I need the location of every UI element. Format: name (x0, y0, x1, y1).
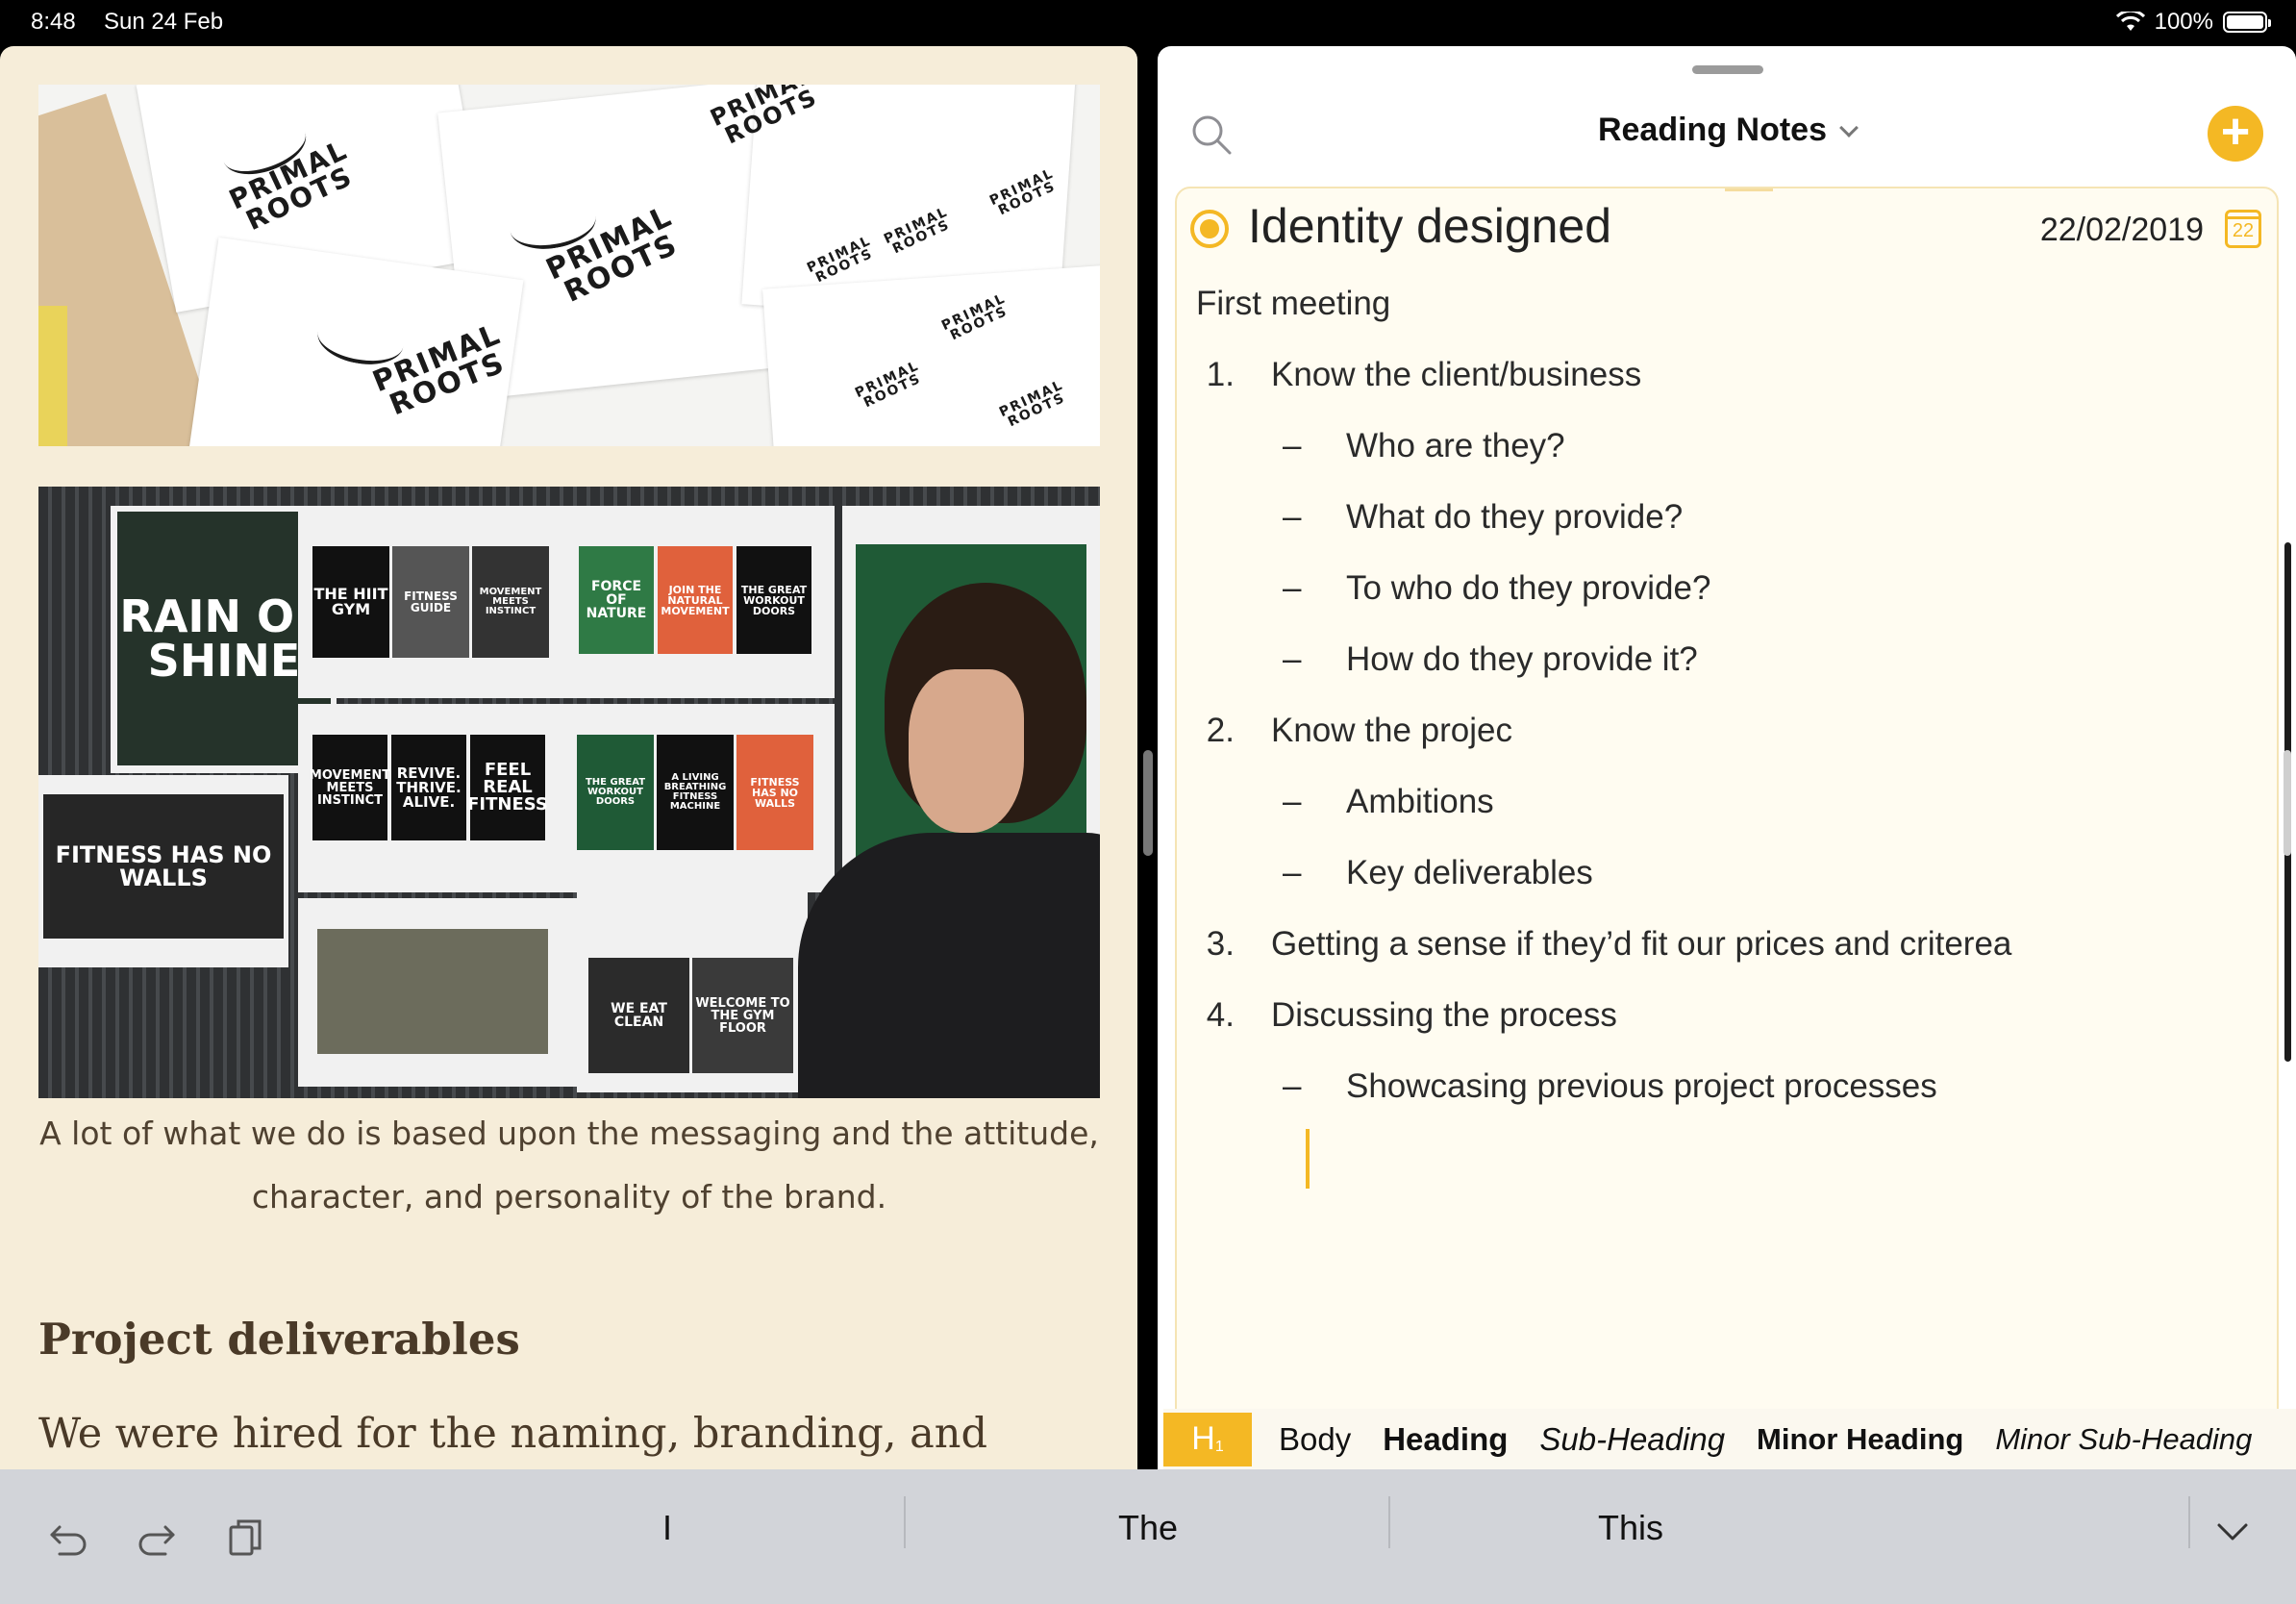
list-number: 1. (1206, 356, 1235, 393)
list-number: 3. (1206, 925, 1235, 963)
calendar-day: 22 (2232, 220, 2255, 241)
poster: FORCE OF NATURE (579, 546, 654, 654)
note-line-text: Discussing the process (1271, 996, 1617, 1034)
list-dash: – (1283, 640, 1302, 678)
poster: MOVEMENT MEETS INSTINCT (472, 546, 549, 658)
poster: THE GREAT WORKOUT DOORS (577, 735, 654, 850)
slide-over-edge-handle[interactable] (2284, 750, 2291, 856)
note-title[interactable]: Identity designed (1248, 198, 1611, 254)
calendar-icon[interactable]: 22 (2225, 210, 2261, 248)
poster: MOVEMENT MEETS INSTINCT (310, 735, 390, 840)
list-dash: – (1283, 854, 1302, 891)
poster: FITNESS HAS NO WALLS (43, 794, 284, 939)
style-minor-subheading-button[interactable]: Minor Sub-Heading (1995, 1422, 2252, 1457)
text-style-bar: H1 Body Heading Sub-Heading Minor Headin… (1163, 1409, 2296, 1469)
note-line-text: To who do they provide? (1346, 569, 1711, 607)
list-dash: – (1283, 1067, 1302, 1105)
poster-wall-photo: RAIN OR SHINE THE HIIT GYM FITNESS GUIDE… (38, 487, 1100, 1098)
poster: THE GREAT WORKOUT DOORS (736, 546, 811, 654)
article-pane[interactable]: PRIMAL ROOTS PRIMAL ROOTS PRIMAL ROOTS P… (0, 46, 1137, 1469)
poster: FITNESS HAS NO WALLS (736, 735, 813, 850)
add-note-button[interactable]: + (2208, 106, 2263, 162)
poster: A LIVING BREATHING FITNESS MACHINE (657, 735, 734, 850)
note-line-text: Showcasing previous project processes (1346, 1067, 1937, 1105)
badge-letter: H (1191, 1420, 1215, 1457)
list-dash: – (1283, 427, 1302, 464)
poster: FITNESS GUIDE (392, 546, 469, 658)
chevron-down-icon (1839, 118, 1859, 138)
battery-icon (2223, 12, 2271, 33)
poster: THE HIIT GYM (312, 546, 389, 658)
style-minor-heading-button[interactable]: Minor Heading (1757, 1422, 1963, 1457)
poster: FEEL REAL FITNESS (467, 735, 548, 840)
stationery-photo: PRIMAL ROOTS PRIMAL ROOTS PRIMAL ROOTS P… (38, 85, 1100, 446)
list-dash: – (1283, 783, 1302, 820)
section-heading: Project deliverables (38, 1314, 520, 1365)
note-line-text: Key deliverables (1346, 854, 1593, 891)
slide-over-grabber[interactable] (1692, 65, 1763, 74)
redo-icon[interactable] (135, 1516, 179, 1560)
battery-percent: 100% (2154, 9, 2213, 35)
list-dash: – (1283, 569, 1302, 607)
note-line-text: Getting a sense if they’d fit our prices… (1271, 925, 2012, 963)
note-line-text: Who are they? (1346, 427, 1565, 464)
note-line-text: What do they provide? (1346, 498, 1684, 536)
note-line-text: Know the projec (1271, 712, 1512, 749)
list-number: 4. (1206, 996, 1235, 1034)
list-dash: – (1283, 498, 1302, 536)
badge-level: 1 (1214, 1438, 1224, 1455)
note-line: First meeting (1196, 285, 1390, 323)
heading-level-button[interactable]: H1 (1163, 1412, 1252, 1466)
poster: WE EAT CLEAN (588, 958, 689, 1073)
text-cursor (1306, 1129, 1310, 1189)
list-number: 2. (1206, 712, 1235, 749)
note-status-toggle[interactable] (1190, 210, 1229, 248)
dismiss-keyboard-icon[interactable] (2213, 1512, 2252, 1550)
note-line-text: Know the client/business (1271, 356, 1642, 393)
style-heading-button[interactable]: Heading (1383, 1421, 1508, 1458)
poster: WELCOME TO THE GYM FLOOR (692, 958, 793, 1073)
body-paragraph: We were hired for the naming, branding, … (38, 1410, 988, 1458)
notebook-title: Reading Notes (1597, 112, 1828, 148)
note-date[interactable]: 22/02/2019 (2040, 212, 2204, 249)
status-bar: 8:48 Sun 24 Feb 100% (0, 0, 2296, 44)
status-time: 8:48 (31, 9, 76, 35)
poster: JOIN THE NATURAL MOVEMENT (658, 546, 733, 654)
undo-icon[interactable] (46, 1516, 90, 1560)
suggestion-1[interactable]: I (427, 1508, 908, 1548)
poster: REVIVE. THRIVE. ALIVE. (391, 735, 466, 840)
split-view-divider[interactable] (1143, 750, 1153, 856)
status-right: 100% (2115, 9, 2271, 36)
note-line-text: Ambitions (1346, 783, 1494, 820)
wifi-icon (2115, 12, 2145, 31)
style-body-button[interactable]: Body (1279, 1421, 1351, 1458)
suggestion-2[interactable]: The (908, 1508, 1388, 1548)
notebook-selector[interactable]: Reading Notes (1158, 112, 2296, 149)
photo-caption: A lot of what we do is based upon the me… (39, 1115, 1099, 1216)
status-date: Sun 24 Feb (104, 9, 224, 35)
style-subheading-button[interactable]: Sub-Heading (1539, 1421, 1725, 1458)
notes-pane[interactable]: Reading Notes + Identity designed 22/02/… (1158, 46, 2296, 1469)
note-line-text: First meeting (1196, 285, 1391, 322)
paste-icon[interactable] (223, 1516, 267, 1560)
keyboard-shortcut-bar: I The This (0, 1469, 2296, 1604)
suggestion-3[interactable]: This (1390, 1508, 1871, 1548)
note-line-text: How do they provide it? (1346, 640, 1698, 678)
note-editor[interactable]: Identity designed 22/02/2019 22 First me… (1175, 187, 2279, 1456)
